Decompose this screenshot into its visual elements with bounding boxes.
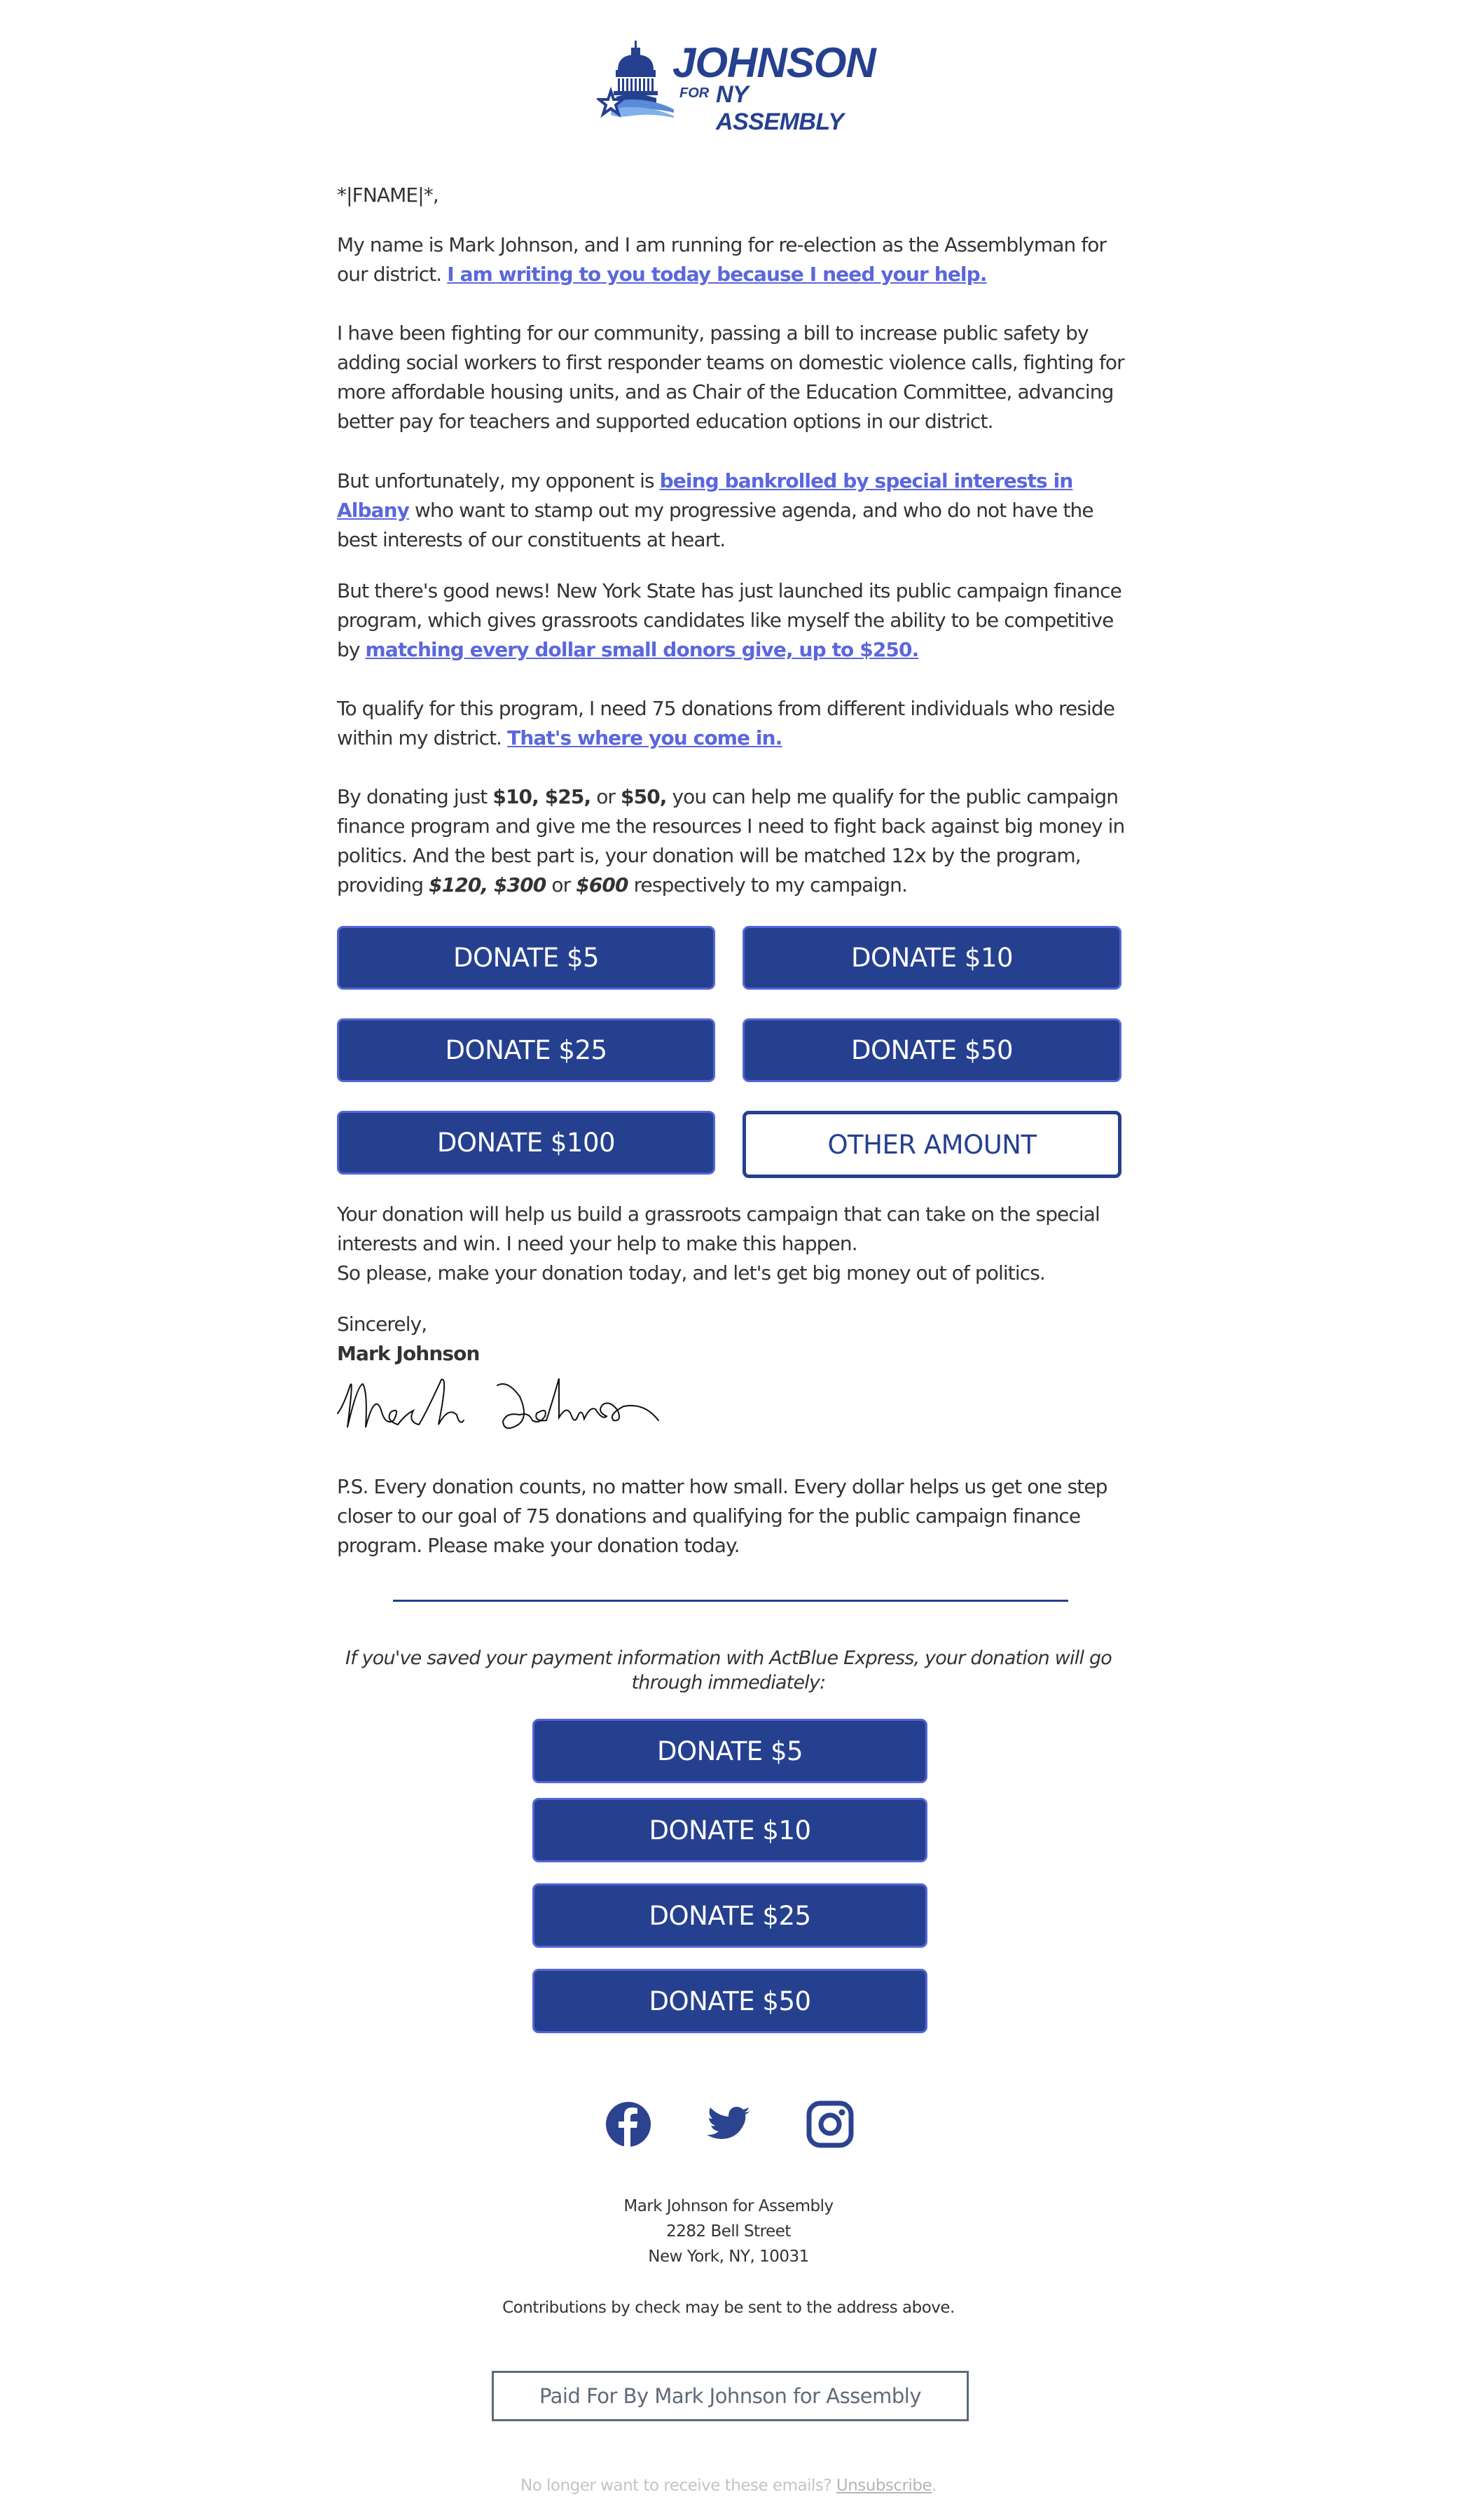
express-donate-50-button[interactable]: DONATE $50 [532,1969,927,2033]
unsubscribe-text: No longer want to receive these emails? [520,2477,836,2495]
facebook-link[interactable] [604,2100,653,2149]
check-note: Contributions by check may be sent to th… [502,2299,955,2317]
closing-salutation: Sincerely, [337,1313,427,1336]
capitol-dome-icon [597,41,674,118]
amounts-bold: $10, $25, [492,785,591,808]
paragraph-opponent: But unfortunately, my opponent is being … [337,466,1128,555]
footer-street: 2282 Bell Street [666,2222,791,2241]
footer-org: Mark Johnson for Assembly [623,2197,834,2215]
express-donate-5-button[interactable]: DONATE $5 [532,1719,927,1783]
campaign-logo: JOHNSON FOR NY ASSEMBLY [597,39,877,135]
unsubscribe-link[interactable]: Unsubscribe [836,2477,932,2495]
logo-name: JOHNSON [672,39,876,86]
signature-image [337,1378,659,1429]
express-note: If you've saved your payment information… [345,1647,1112,1694]
section-divider [393,1600,1068,1602]
other-amount-button[interactable]: OTHER AMOUNT [743,1111,1121,1178]
instagram-icon [806,2100,854,2148]
paragraph-text: By donating just [337,785,493,808]
express-donate-25-button[interactable]: DONATE $25 [532,1883,927,1948]
instagram-link[interactable] [806,2100,855,2149]
matched-amounts: $120, $300 [429,873,546,896]
unsubscribe-line: No longer want to receive these emails? … [448,2477,1009,2495]
twitter-icon [707,2107,750,2139]
facebook-icon [606,2102,651,2149]
footer-city: New York, NY, 10031 [648,2248,809,2266]
paragraph-qualify: To qualify for this program, I need 75 d… [337,694,1128,753]
signer-name: Mark Johnson [337,1342,480,1365]
paragraph-closing: Your donation will help us build a grass… [337,1200,1128,1288]
matched-amount: $600 [576,873,628,896]
come-in-link[interactable]: That's where you come in. [507,726,782,749]
donate-100-button[interactable]: DONATE $100 [337,1111,715,1175]
paragraph-text: or [591,785,621,808]
donate-50-button[interactable]: DONATE $50 [743,1018,1121,1082]
paragraph-text: Your donation will help us build a grass… [337,1203,1100,1255]
paragraph-text: who want to stamp out my progressive age… [337,499,1094,551]
matching-link[interactable]: matching every dollar small donors give,… [366,638,920,661]
logo-for: FOR [679,85,710,101]
help-link[interactable]: I am writing to you today because I need… [447,263,987,286]
paragraph-text: or [546,873,576,896]
greeting: *|FNAME|*, [337,184,439,207]
logo-subtitle: NY ASSEMBLY [716,81,844,135]
amount-bold: $50, [621,785,667,808]
twitter-link[interactable] [704,2100,753,2149]
express-donate-10-button[interactable]: DONATE $10 [532,1798,927,1862]
paragraph-donating: By donating just $10, $25, or $50, you c… [337,782,1128,900]
donate-5-button[interactable]: DONATE $5 [337,926,715,990]
paragraph-text: respectively to my campaign. [628,873,908,896]
paid-for-disclaimer: Paid For By Mark Johnson for Assembly [492,2371,969,2421]
paragraph-intro: My name is Mark Johnson, and I am runnin… [337,230,1128,289]
paragraph-text: So please, make your donation today, and… [337,1261,1046,1285]
postscript: P.S. Every donation counts, no matter ho… [337,1475,1107,1557]
unsubscribe-period: . [932,2477,937,2495]
donate-25-button[interactable]: DONATE $25 [337,1018,715,1082]
paragraph-good-news: But there's good news! New York State ha… [337,576,1128,665]
paragraph-text: But unfortunately, my opponent is [337,469,660,492]
donate-10-button[interactable]: DONATE $10 [743,926,1121,990]
paragraph-record: I have been fighting for our community, … [337,321,1125,433]
